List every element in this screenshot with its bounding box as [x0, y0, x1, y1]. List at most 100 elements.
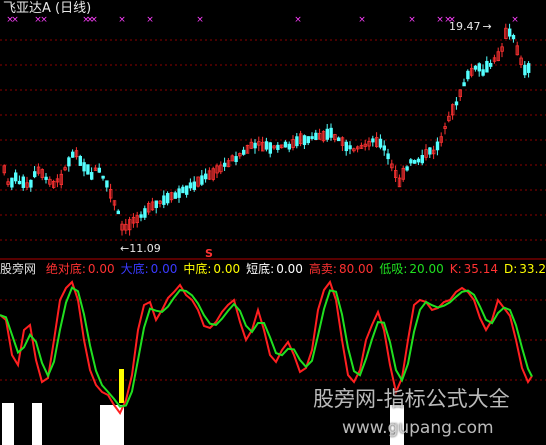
candle-body — [386, 153, 390, 160]
candle-body — [409, 159, 413, 164]
top-x-marker: × — [90, 15, 98, 25]
candle-body — [511, 35, 516, 40]
top-x-marker: × — [358, 15, 366, 25]
candle-body — [67, 157, 71, 167]
candle-body — [116, 210, 120, 215]
candle-body — [71, 151, 75, 158]
candle-body — [188, 182, 193, 189]
candle-body — [44, 176, 48, 180]
candle-body — [477, 63, 481, 72]
candle-body — [473, 65, 478, 70]
bottom-signal-bar — [32, 403, 42, 445]
top-x-marker: × — [408, 15, 416, 25]
candle-body — [21, 176, 25, 188]
candle-body — [200, 175, 204, 185]
indicator-item: K: 35.14 — [449, 262, 498, 276]
watermark-url: www.gupang.com — [342, 418, 494, 438]
price-high-label: 19.47 → — [449, 20, 492, 33]
candle-body — [17, 180, 22, 185]
indicator-item: 中底: 0.00 — [183, 262, 241, 276]
candle-body — [33, 171, 37, 178]
candle-body — [143, 208, 147, 218]
indicator-item: 短底: 0.00 — [246, 262, 303, 276]
candle-body — [488, 62, 493, 67]
indicator-name: 股旁网 — [0, 262, 37, 276]
candle-body — [13, 172, 18, 182]
candle-body — [306, 136, 310, 144]
candle-body — [412, 160, 417, 164]
candle-body — [295, 136, 299, 147]
candle-body — [485, 60, 489, 73]
indicator-item: 大底: 0.00 — [120, 262, 178, 276]
bottom-signal-bar — [2, 403, 14, 445]
watermark-title: 股旁网-指标公式大全 — [313, 387, 510, 411]
price-low-label: ←11.09 — [120, 242, 161, 255]
indicator-item: 低吸: 20.00 — [379, 262, 444, 276]
candle-body — [82, 162, 86, 172]
candle-body — [325, 128, 329, 140]
candle-body — [181, 186, 185, 194]
candle-body — [336, 137, 341, 142]
candle-body — [192, 181, 196, 190]
candle-body — [177, 188, 181, 198]
candle-body — [241, 149, 246, 155]
candle-body — [139, 214, 143, 218]
candle-body — [264, 141, 269, 150]
candle-body — [101, 175, 105, 179]
candle-body — [165, 193, 170, 204]
top-x-marker: × — [511, 15, 519, 25]
candle-body — [428, 147, 432, 155]
signal-s-marker: S — [205, 247, 213, 260]
top-x-marker: × — [11, 15, 19, 25]
candle-body — [276, 144, 280, 150]
indicator-item: D: 33.2 — [504, 262, 546, 276]
indicator-item: 绝对底: 0.00 — [45, 262, 115, 276]
candle-body — [382, 145, 386, 151]
stock-title: 飞亚达A (日线) — [3, 1, 92, 16]
candle-body — [184, 185, 189, 195]
candle-body — [78, 155, 82, 166]
candle-body — [420, 154, 424, 164]
candle-body — [466, 70, 470, 80]
candle-body — [173, 192, 177, 199]
candle-body — [97, 167, 101, 173]
chart-canvas[interactable]: ×× ×× ××× × × × × × × × ×× × — [0, 0, 546, 445]
top-x-marker: × — [146, 15, 154, 25]
candle-body — [90, 172, 94, 180]
candle-body — [371, 138, 375, 143]
top-x-marker: × — [294, 15, 302, 25]
top-x-marker: × — [40, 15, 48, 25]
candle-body — [329, 127, 333, 138]
stock-chart-window: × × × × × × × × × × × × × × × × × 飞亚达A (日线) 19.47 → ←11.0… — [0, 0, 546, 445]
candle-body — [234, 156, 238, 162]
candle-body — [86, 164, 90, 175]
candle-body — [222, 162, 227, 167]
yellow-signal-bar — [119, 369, 124, 403]
candle-body — [481, 69, 485, 76]
candle-body — [287, 143, 291, 150]
candle-body — [268, 142, 272, 154]
candle-body — [344, 141, 348, 152]
candle-body — [523, 64, 527, 76]
candle-body — [378, 138, 383, 148]
candle-body — [435, 141, 440, 151]
candle-body — [405, 166, 409, 171]
candle-body — [29, 179, 33, 188]
candle-body — [283, 141, 288, 148]
candle-body — [527, 63, 531, 73]
indicator-item: 高卖: 80.00 — [308, 262, 374, 276]
candle-body — [507, 28, 512, 37]
candle-body — [302, 135, 307, 146]
candle-body — [10, 177, 14, 188]
candle-body — [203, 173, 208, 180]
candle-body — [154, 200, 158, 209]
candle-body — [462, 82, 466, 87]
candle-body — [454, 101, 459, 106]
candle-body — [314, 132, 318, 141]
top-x-marker: × — [436, 15, 444, 25]
candle-body — [416, 158, 421, 163]
indicator-header: 股旁网 绝对底: 0.00 大底: 0.00 中底: 0.00 短底: 0.00 高卖: 80.0… — [0, 262, 546, 276]
top-x-marker: × — [118, 15, 126, 25]
candle-body — [310, 136, 314, 139]
top-x-marker: × — [196, 15, 204, 25]
